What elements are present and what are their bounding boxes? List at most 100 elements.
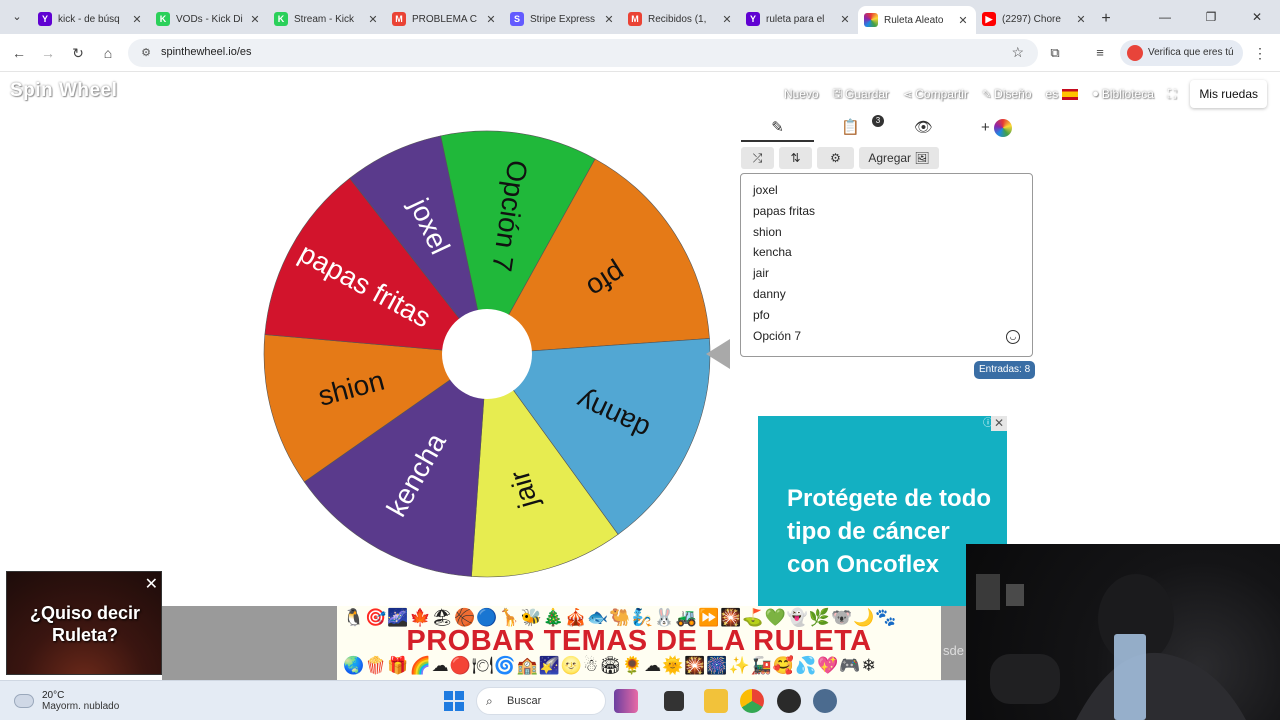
site-nav: Nuevo 🖫 Guardar ⋖ Compartir ✎ Diseño es ● Bi…	[770, 80, 1280, 108]
tab-favicon-icon: M	[628, 12, 642, 26]
browser-tab[interactable]: M PROBLEMA C ✕	[386, 6, 504, 32]
nav-share-label: Compartir	[915, 87, 968, 101]
entry-line: pfo	[753, 307, 770, 322]
file-explorer-icon[interactable]	[704, 689, 728, 713]
media-control-icon[interactable]: ≡	[1090, 43, 1110, 63]
close-window-button[interactable]: ✕	[1234, 0, 1280, 34]
chrome-icon[interactable]	[740, 689, 764, 713]
minimize-button[interactable]: —	[1142, 0, 1188, 34]
reload-button[interactable]: ↻	[67, 42, 89, 64]
entry-line: danny	[753, 286, 786, 301]
nav-language-label: es	[1045, 87, 1059, 101]
settings-icon[interactable]	[813, 689, 837, 713]
bottom-side-text: sde	[943, 643, 964, 658]
tab-close-icon[interactable]: ✕	[366, 13, 380, 26]
advanced-settings-button[interactable]: ⚙	[817, 147, 854, 169]
emoji-picker-icon[interactable]: ◡	[1006, 330, 1020, 344]
wheel-pointer-icon	[706, 339, 730, 369]
weather-widget[interactable]: 20°C Mayorm. nublado	[14, 687, 119, 715]
address-bar[interactable]: ⚙ spinthewheel.io/es ☆	[128, 39, 1038, 67]
task-view-icon[interactable]	[664, 691, 684, 711]
plus-icon: +	[981, 119, 990, 136]
new-tab-button[interactable]: +	[1094, 7, 1118, 31]
nav-new[interactable]: Nuevo	[784, 87, 819, 101]
bookmark-star-icon[interactable]: ☆	[1011, 44, 1024, 61]
tab-close-icon[interactable]: ✕	[838, 13, 852, 26]
url-text: spinthewheel.io/es	[161, 46, 252, 58]
nav-save[interactable]: 🖫 Guardar	[833, 85, 889, 104]
windows-start-icon[interactable]	[444, 691, 464, 711]
tab-favicon-icon	[864, 13, 878, 27]
popup-close-button[interactable]: ✕	[145, 574, 158, 594]
browser-tab[interactable]: ▶ (2297) Chore ✕	[976, 6, 1094, 32]
tab-close-icon[interactable]: ✕	[956, 14, 970, 27]
tab-add-wheel[interactable]: +	[960, 114, 1033, 142]
fullscreen-icon[interactable]: ⛶	[1168, 87, 1176, 102]
nav-language[interactable]: es	[1046, 87, 1079, 101]
color-wheel-icon	[993, 119, 1012, 138]
home-button[interactable]: ⌂	[97, 42, 119, 64]
entry-line: papas fritas	[753, 203, 816, 218]
extensions-icon[interactable]: ⧉	[1045, 43, 1065, 63]
person-body	[1076, 652, 1246, 720]
bottle	[1114, 634, 1146, 720]
nav-share[interactable]: ⋖ Compartir	[903, 87, 968, 101]
my-wheels-button[interactable]: Mis ruedas	[1190, 80, 1267, 108]
nav-new-label: Nuevo	[783, 87, 819, 101]
entries-count-badge: Entradas: 8	[974, 361, 1036, 379]
window-controls: — ❐ ✕	[1142, 0, 1280, 34]
tab-edit[interactable]: ✎	[741, 114, 814, 142]
tab-results[interactable]: 📋 3	[814, 114, 887, 142]
entries-textarea[interactable]: joxel papas fritas shion kencha jair danny pfo…	[740, 173, 1033, 357]
tab-title: (2297) Chore	[1002, 13, 1061, 25]
themes-promo-banner[interactable]: 🐧🎯🌌🍁🏖🏀🔵🦒🐝🎄🎪🐟🐫🧞🐰🚜⏩🎇⛳💚👻🌿🐨🌙🐾 PROBAR TEMAS D…	[337, 606, 941, 680]
promo-title: PROBAR TEMAS DE LA RULETA	[406, 625, 872, 657]
widgets-app-icon[interactable]	[614, 689, 638, 713]
spain-flag-icon	[1062, 88, 1079, 100]
profile-button[interactable]: Verifica que eres tú	[1120, 40, 1243, 66]
taskbar-search[interactable]: ⌕ Buscar	[476, 687, 606, 715]
tab-title: PROBLEMA C	[412, 13, 478, 25]
tab-title: Stripe Express	[530, 13, 596, 25]
nav-library[interactable]: ● Biblioteca	[1092, 87, 1154, 101]
browser-tab[interactable]: Ruleta Aleato ✕	[858, 6, 976, 34]
roulette-suggestion-popup[interactable]: ✕ ¿Quiso decir Ruleta?	[6, 571, 162, 675]
site-info-icon[interactable]: ⚙	[138, 45, 154, 61]
tab-favicon-icon: M	[392, 12, 406, 26]
browser-tab[interactable]: K VODs - Kick Di ✕	[150, 6, 268, 32]
results-badge: 3	[872, 115, 884, 127]
tab-close-icon[interactable]: ✕	[720, 13, 734, 26]
obs-icon[interactable]	[777, 689, 801, 713]
ad-close-button[interactable]: ✕	[991, 416, 1007, 431]
tab-close-icon[interactable]: ✕	[248, 13, 262, 26]
tab-close-icon[interactable]: ✕	[1074, 13, 1088, 26]
wheel-svg[interactable]: Opción 7pfodannyjairkenchashionpapas fri…	[262, 129, 712, 579]
browser-tab[interactable]: M Recibidos (1, ✕	[622, 6, 740, 32]
browser-tab[interactable]: Yruleta para el ✕	[740, 6, 858, 32]
browser-tab[interactable]: S Stripe Express ✕	[504, 6, 622, 32]
sort-button[interactable]: ⇅	[779, 147, 812, 169]
spin-wheel[interactable]: Opción 7 pfo danny jair kencha shion papas fri…	[262, 129, 712, 579]
browser-menu-icon[interactable]: ⋮	[1252, 43, 1268, 63]
shuffle-button[interactable]: ⤮	[741, 147, 774, 169]
tab-favicon-icon: K	[274, 12, 288, 26]
browser-tab[interactable]: Ykick - de búsq ✕	[32, 6, 150, 32]
tab-search-menu-button[interactable]: ⌄	[6, 6, 28, 28]
browser-tab[interactable]: K Stream - Kick ✕	[268, 6, 386, 32]
tab-close-icon[interactable]: ✕	[130, 13, 144, 26]
entry-line: joxel	[753, 183, 778, 197]
wall-poster	[1006, 584, 1024, 606]
wheel-center[interactable]	[442, 309, 532, 399]
add-image-button[interactable]: Agregar 🖼	[859, 147, 939, 169]
tab-close-icon[interactable]: ✕	[602, 13, 616, 26]
nav-design-label: Diseño	[994, 87, 1032, 101]
tab-title: Stream - Kick	[294, 13, 355, 25]
back-button[interactable]: ←	[8, 42, 30, 64]
tab-close-icon[interactable]: ✕	[484, 13, 498, 26]
tab-hide[interactable]: 👁	[887, 114, 960, 142]
restore-button[interactable]: ❐	[1188, 0, 1234, 34]
site-logo[interactable]: Spin Wheel	[10, 80, 117, 102]
webcam-overlay	[966, 544, 1280, 720]
forward-button[interactable]: →	[37, 42, 59, 64]
nav-design[interactable]: ✎ Diseño	[982, 87, 1032, 101]
